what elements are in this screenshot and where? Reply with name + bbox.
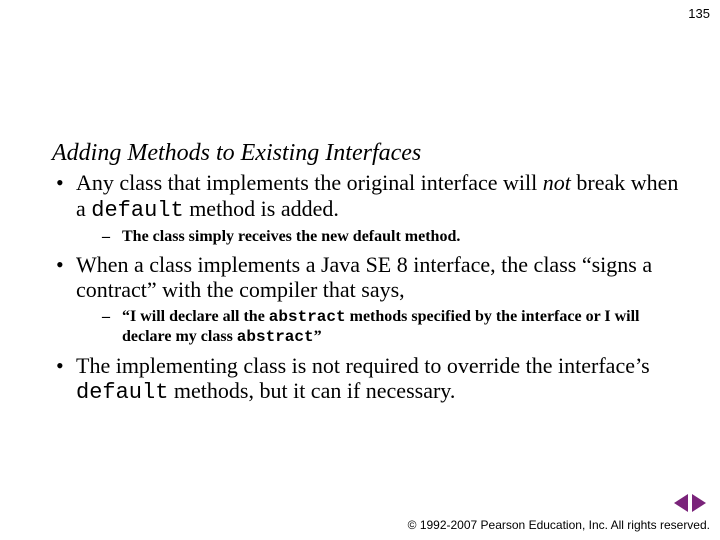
copyright-footer: © 1992-2007 Pearson Education, Inc. All … (408, 518, 710, 532)
sub-list: “I will declare all the abstract methods… (76, 307, 690, 347)
code-text: default (91, 198, 183, 223)
slide-heading: Adding Methods to Existing Interfaces (52, 140, 690, 166)
sub-item: The class simply receives the new defaul… (76, 227, 690, 246)
slide-content: Adding Methods to Existing Interfaces An… (52, 140, 690, 409)
text: “I will declare all the (122, 308, 269, 325)
prev-icon[interactable] (674, 494, 688, 512)
bullet-list: Any class that implements the original i… (52, 170, 690, 405)
text: The implementing class is not required t… (76, 353, 650, 378)
code-text: abstract (237, 328, 314, 346)
next-icon[interactable] (692, 494, 706, 512)
bullet-item: Any class that implements the original i… (52, 170, 690, 246)
code-text: default (76, 380, 168, 405)
text: methods, but it can if necessary. (168, 378, 455, 403)
text: method is added. (184, 196, 339, 221)
text: Any class that implements the original i… (76, 170, 543, 195)
emphasis: not (543, 170, 571, 195)
sub-item: “I will declare all the abstract methods… (76, 307, 690, 347)
nav-controls (674, 494, 706, 512)
bullet-item: The implementing class is not required t… (52, 353, 690, 406)
text: ” (314, 328, 322, 345)
page-number: 135 (688, 6, 710, 21)
text: When a class implements a Java SE 8 inte… (76, 252, 652, 302)
sub-list: The class simply receives the new defaul… (76, 227, 690, 246)
bullet-item: When a class implements a Java SE 8 inte… (52, 252, 690, 347)
code-text: abstract (269, 308, 346, 326)
